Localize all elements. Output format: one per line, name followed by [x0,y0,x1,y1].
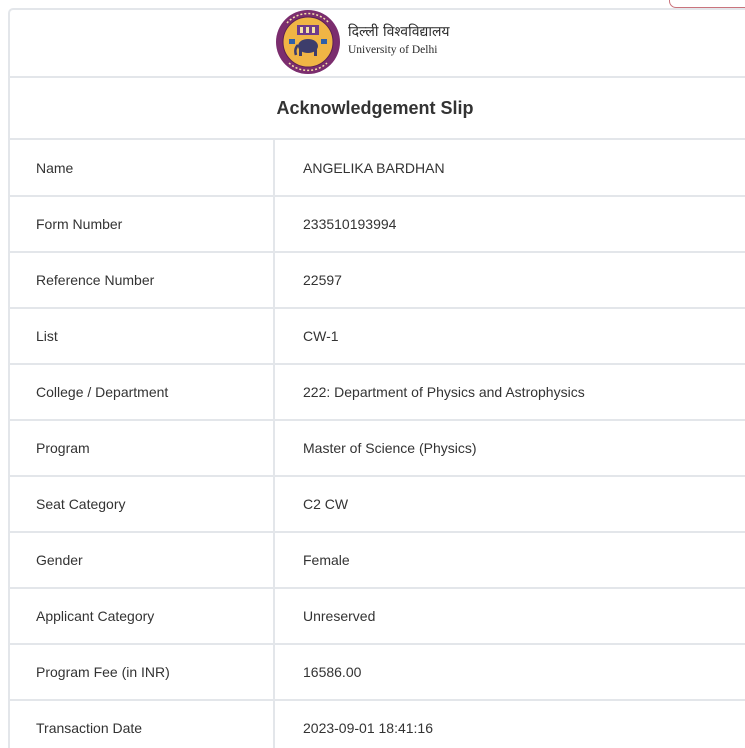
table-row: Transaction Date 2023-09-01 18:41:16 [10,700,745,748]
field-label-seat-category: Seat Category [10,476,275,533]
field-label-list: List [10,308,275,365]
table-row: Gender Female [10,532,745,589]
field-value-program-fee: 16586.00 [274,644,745,701]
print-button[interactable] [669,0,745,8]
university-name-english: University of Delhi [348,44,438,56]
field-value-reference-number: 22597 [274,252,745,309]
field-label-form-number: Form Number [10,196,275,253]
field-value-college-department: 222: Department of Physics and Astrophys… [274,364,745,421]
field-value-list: CW-1 [274,308,745,365]
field-value-name: ANGELIKA BARDHAN [274,140,745,197]
university-seal-icon [276,10,340,74]
table-row: Applicant Category Unreserved [10,588,745,645]
field-label-name: Name [10,140,275,197]
field-label-transaction-date: Transaction Date [10,700,275,748]
table-row: Program Master of Science (Physics) [10,420,745,477]
table-row: List CW-1 [10,308,745,365]
slip-title-text: Acknowledgement Slip [276,97,474,118]
university-logo: दिल्ली विश्वविद्यालय University of Delhi [275,9,450,75]
slip-title: Acknowledgement Slip [10,78,745,140]
field-value-applicant-category: Unreserved [274,588,745,645]
university-name-hindi: दिल्ली विश्वविद्यालय [348,24,450,40]
acknowledgement-page: दिल्ली विश्वविद्यालय University of Delhi… [0,0,745,748]
table-row: Form Number 233510193994 [10,196,745,253]
field-value-program: Master of Science (Physics) [274,420,745,477]
field-label-program-fee: Program Fee (in INR) [10,644,275,701]
university-header: दिल्ली विश्वविद्यालय University of Delhi [10,10,745,78]
table-row: Reference Number 22597 [10,252,745,309]
acknowledgement-slip: दिल्ली विश्वविद्यालय University of Delhi… [8,8,745,748]
field-label-college-department: College / Department [10,364,275,421]
field-label-gender: Gender [10,532,275,589]
field-value-transaction-date: 2023-09-01 18:41:16 [274,700,745,748]
table-row: College / Department 222: Department of … [10,364,745,421]
table-row: Name ANGELIKA BARDHAN [10,140,745,197]
university-name: दिल्ली विश्वविद्यालय University of Delhi [348,24,450,58]
field-label-program: Program [10,420,275,477]
field-label-applicant-category: Applicant Category [10,588,275,645]
table-row: Program Fee (in INR) 16586.00 [10,644,745,701]
table-row: Seat Category C2 CW [10,476,745,533]
field-value-form-number: 233510193994 [274,196,745,253]
applicant-details-table: Name ANGELIKA BARDHAN Form Number 233510… [10,140,745,748]
field-value-gender: Female [274,532,745,589]
field-value-seat-category: C2 CW [274,476,745,533]
field-label-reference-number: Reference Number [10,252,275,309]
